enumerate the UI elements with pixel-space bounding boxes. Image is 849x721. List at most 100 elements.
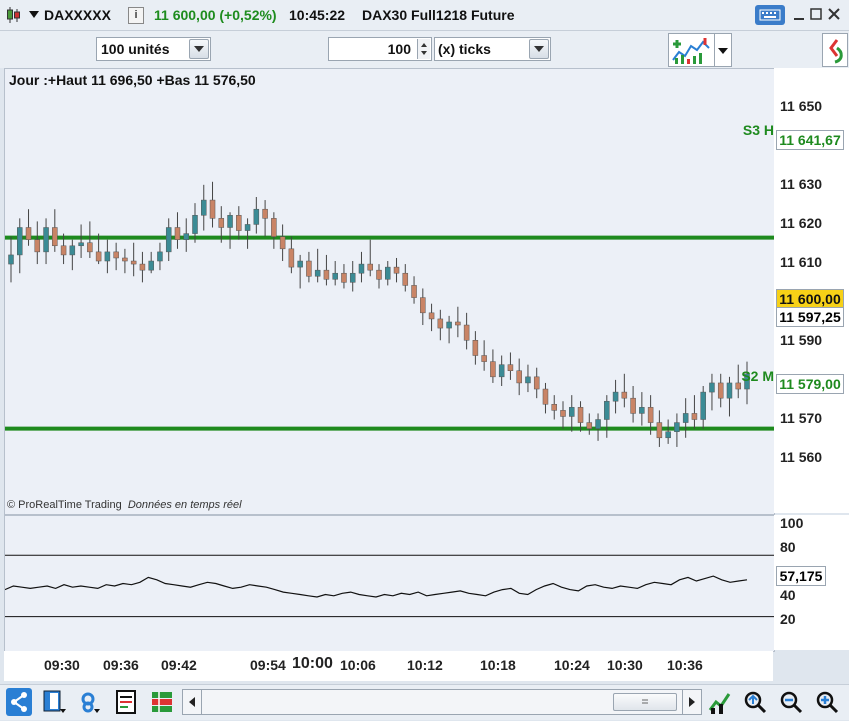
- candle-down: [393, 266, 400, 274]
- candle-up: [297, 260, 303, 268]
- candle-down: [87, 242, 93, 253]
- candle-down: [472, 340, 479, 356]
- table-icon[interactable]: [150, 689, 176, 715]
- candle-down: [647, 407, 654, 423]
- zoom-in-icon[interactable]: [814, 688, 840, 716]
- candle-down: [533, 376, 540, 390]
- time-tick-label: 10:06: [340, 657, 376, 673]
- scroll-left-button[interactable]: [183, 690, 202, 714]
- minimize-icon[interactable]: [792, 6, 806, 22]
- candle-up: [595, 419, 601, 429]
- time-tick-label: 09:30: [44, 657, 80, 673]
- candle-up: [157, 251, 163, 262]
- units-dropdown[interactable]: 100 unités: [96, 37, 211, 61]
- candle-up: [78, 242, 84, 247]
- close-icon[interactable]: [827, 6, 841, 22]
- candle-down: [630, 397, 636, 414]
- candle-down: [113, 251, 119, 259]
- price-chart-svg[interactable]: [5, 69, 774, 514]
- candle-up: [314, 269, 321, 277]
- candle-up: [385, 266, 391, 280]
- indicators-icon[interactable]: [668, 33, 716, 67]
- time-tick-label: 10:30: [607, 657, 643, 673]
- price-chart[interactable]: Jour :+Haut 11 696,50 +Bas 11 576,50 S3 …: [4, 68, 775, 515]
- level-s2-price-box: 11 579,00: [776, 374, 844, 394]
- chart-header: Jour :+Haut 11 696,50 +Bas 11 576,50: [9, 72, 256, 88]
- indicators-menu-arrow-icon[interactable]: [714, 33, 732, 67]
- candle-up: [525, 376, 531, 384]
- report-icon[interactable]: [114, 689, 138, 715]
- candle-up: [639, 407, 645, 414]
- candle-down: [717, 382, 724, 399]
- oscillator-panel[interactable]: [4, 515, 775, 652]
- candle-down: [288, 248, 295, 268]
- price-tick-label: 11 630: [780, 176, 823, 192]
- candle-down: [279, 236, 286, 250]
- candle-down: [621, 391, 628, 399]
- keyboard-icon[interactable]: [755, 5, 785, 25]
- candle-down: [262, 208, 268, 219]
- symbol-dropdown-arrow-icon[interactable]: [29, 11, 39, 18]
- oscillator-axis[interactable]: 100 80 40 20 57,175: [774, 515, 849, 650]
- candle-up: [244, 224, 251, 231]
- candle-down: [341, 272, 347, 283]
- drawing-tools-icon[interactable]: [707, 688, 733, 716]
- horizontal-scrollbar[interactable]: [182, 689, 702, 715]
- info-icon[interactable]: i: [128, 7, 144, 24]
- candle-down: [376, 269, 382, 280]
- scroll-to-end-icon[interactable]: [822, 33, 848, 67]
- price-tick-label: 11 570: [780, 410, 823, 426]
- candle-up: [148, 260, 154, 271]
- candle-down: [507, 364, 514, 371]
- candle-up: [612, 391, 619, 402]
- symbol-name[interactable]: DAXXXXX: [44, 0, 111, 30]
- candle-up: [192, 215, 198, 234]
- time-tick-label: 09:54: [250, 657, 286, 673]
- zoom-fit-icon[interactable]: [742, 688, 768, 716]
- footer-note: Données en temps réel: [127, 499, 242, 511]
- ticks-mode-dropdown[interactable]: (x) ticks: [434, 37, 551, 61]
- candle-down: [209, 199, 216, 219]
- candle-down: [367, 263, 373, 271]
- candlestick-icon[interactable]: [6, 6, 22, 24]
- quote-time: 10:45:22: [289, 7, 346, 23]
- candle-up: [446, 321, 452, 329]
- units-value: 100 unités: [101, 41, 170, 57]
- candle-down: [516, 370, 522, 384]
- ticks-mode-dropdown-arrow-icon[interactable]: [529, 39, 549, 59]
- candle-up: [253, 208, 260, 225]
- scroll-right-button[interactable]: [682, 690, 701, 714]
- maximize-icon[interactable]: [809, 6, 823, 22]
- candle-down: [437, 318, 444, 329]
- candle-up: [332, 272, 338, 280]
- ticks-value-field[interactable]: 100: [328, 37, 432, 61]
- price-tick-label: 11 650: [780, 98, 823, 114]
- chain-link-icon[interactable]: [78, 689, 104, 715]
- price-tick-label: 11 590: [780, 332, 823, 348]
- oscillator-line: [5, 575, 748, 598]
- candle-up: [349, 272, 356, 283]
- candle-down: [218, 218, 225, 228]
- scroll-thumb[interactable]: [613, 693, 677, 711]
- candle-down: [420, 297, 426, 314]
- candle-down: [455, 321, 461, 326]
- last-price: 11 600,00 (+0,52%): [154, 7, 277, 23]
- oscillator-svg[interactable]: [5, 516, 774, 651]
- units-dropdown-arrow-icon[interactable]: [189, 39, 209, 59]
- time-axis[interactable]: 09:30 09:36 09:42 09:54 10:00 10:06 10:1…: [4, 651, 773, 681]
- share-icon[interactable]: [6, 688, 32, 716]
- candle-down: [122, 257, 128, 262]
- candle-down: [586, 422, 593, 429]
- price-tick-label: 11 560: [780, 449, 823, 465]
- candle-down: [306, 260, 312, 277]
- candle-down: [323, 269, 330, 280]
- ticks-spinner[interactable]: [417, 39, 430, 59]
- candle-down: [428, 312, 435, 320]
- time-tick-label: 10:36: [667, 657, 703, 673]
- zoom-out-icon[interactable]: [778, 688, 804, 716]
- layout-icon[interactable]: [42, 689, 68, 715]
- title-bar: DAXXXXX i 11 600,00 (+0,52%) 10:45:22 DA…: [0, 0, 849, 31]
- price-axis[interactable]: 11 650 11 630 11 620 11 610 11 590 11 57…: [774, 68, 849, 513]
- candle-up: [665, 431, 671, 439]
- candle-down: [542, 388, 549, 405]
